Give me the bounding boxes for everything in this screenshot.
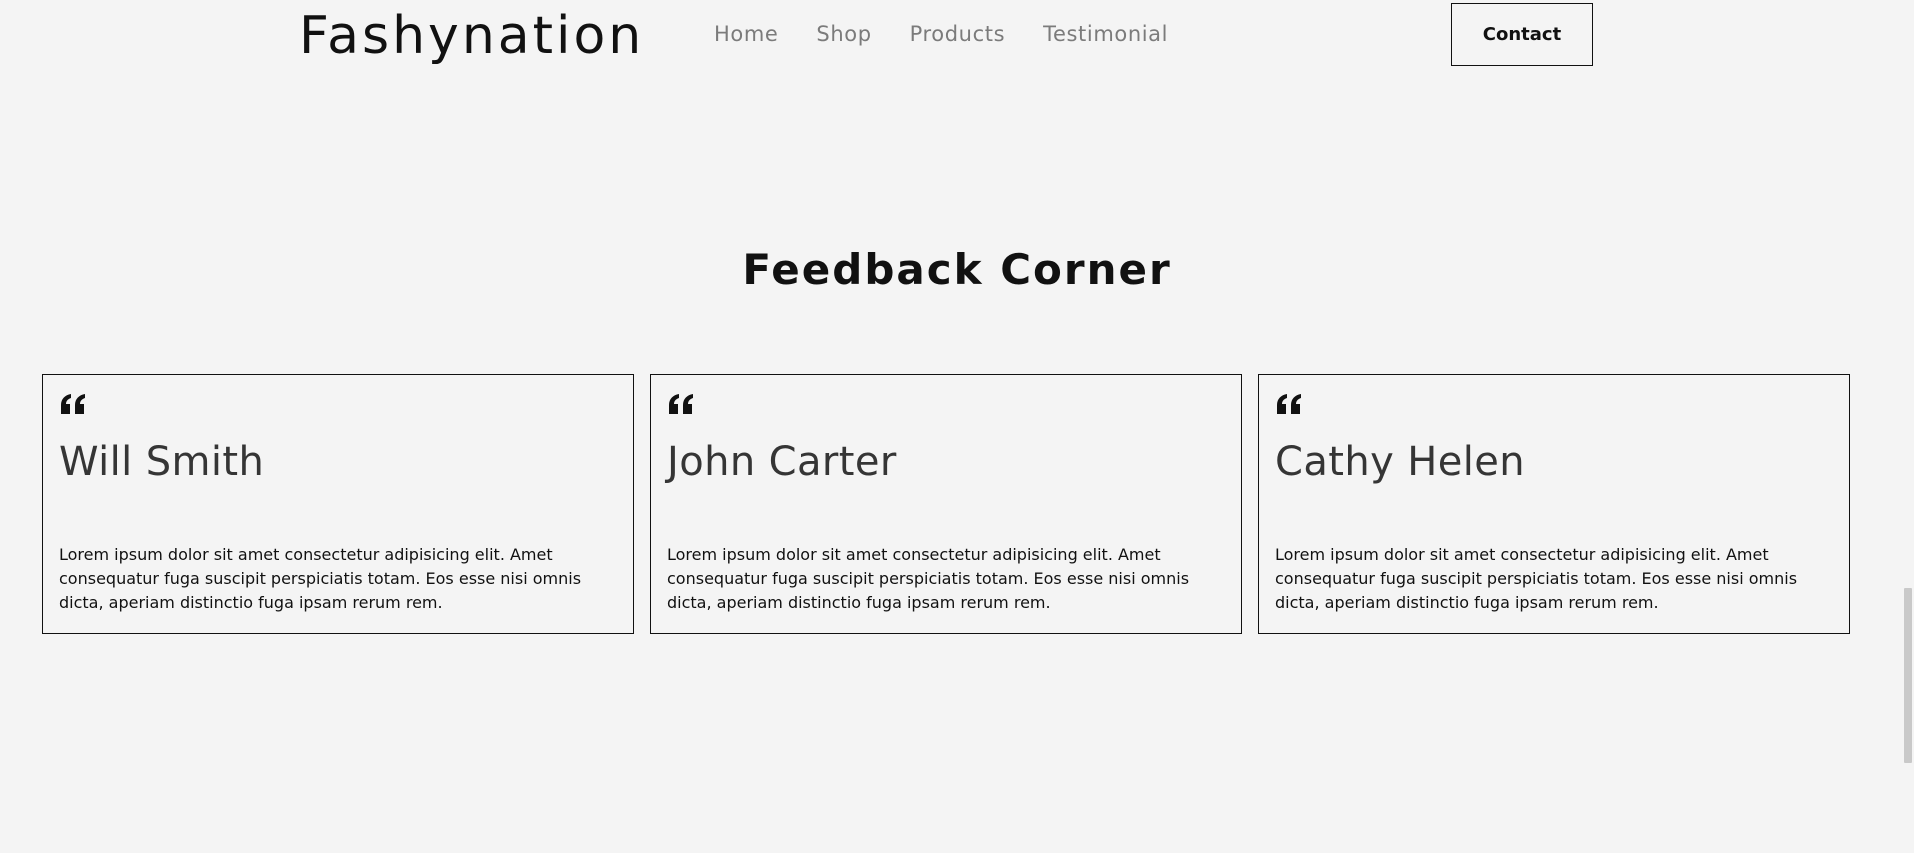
nav-link-shop[interactable]: Shop xyxy=(816,22,871,46)
testimonial-text: Lorem ipsum dolor sit amet consectetur a… xyxy=(1275,545,1798,612)
testimonial-card: John Carter Lorem ipsum dolor sit amet c… xyxy=(650,374,1242,634)
testimonial-name: Will Smith xyxy=(59,439,265,485)
testimonial-text: Lorem ipsum dolor sit amet consectetur a… xyxy=(59,545,582,612)
testimonial-card: Will Smith Lorem ipsum dolor sit amet co… xyxy=(42,374,634,634)
testimonial-name: John Carter xyxy=(667,439,897,485)
testimonial-card: Cathy Helen Lorem ipsum dolor sit amet c… xyxy=(1258,374,1850,634)
scroll-thumb[interactable] xyxy=(1904,588,1912,763)
nav-link-testimonial[interactable]: Testimonial xyxy=(1043,22,1168,46)
testimonial-name: Cathy Helen xyxy=(1275,439,1526,485)
quote-icon xyxy=(59,393,617,415)
section-title: Feedback Corner xyxy=(742,245,1172,294)
quote-icon xyxy=(667,393,1225,415)
site-header: Fashynation Home Shop Products Testimoni… xyxy=(0,0,1914,72)
scrollbar[interactable] xyxy=(1902,0,1914,853)
brand-logo[interactable]: Fashynation xyxy=(299,6,644,66)
testimonial-cards: Will Smith Lorem ipsum dolor sit amet co… xyxy=(42,374,1850,634)
testimonial-text: Lorem ipsum dolor sit amet consectetur a… xyxy=(667,545,1190,612)
contact-button[interactable]: Contact xyxy=(1451,3,1593,66)
nav-link-products[interactable]: Products xyxy=(910,22,1005,46)
nav-link-home[interactable]: Home xyxy=(714,22,778,46)
quote-icon xyxy=(1275,393,1833,415)
main-nav: Home Shop Products Testimonial xyxy=(714,22,1168,46)
